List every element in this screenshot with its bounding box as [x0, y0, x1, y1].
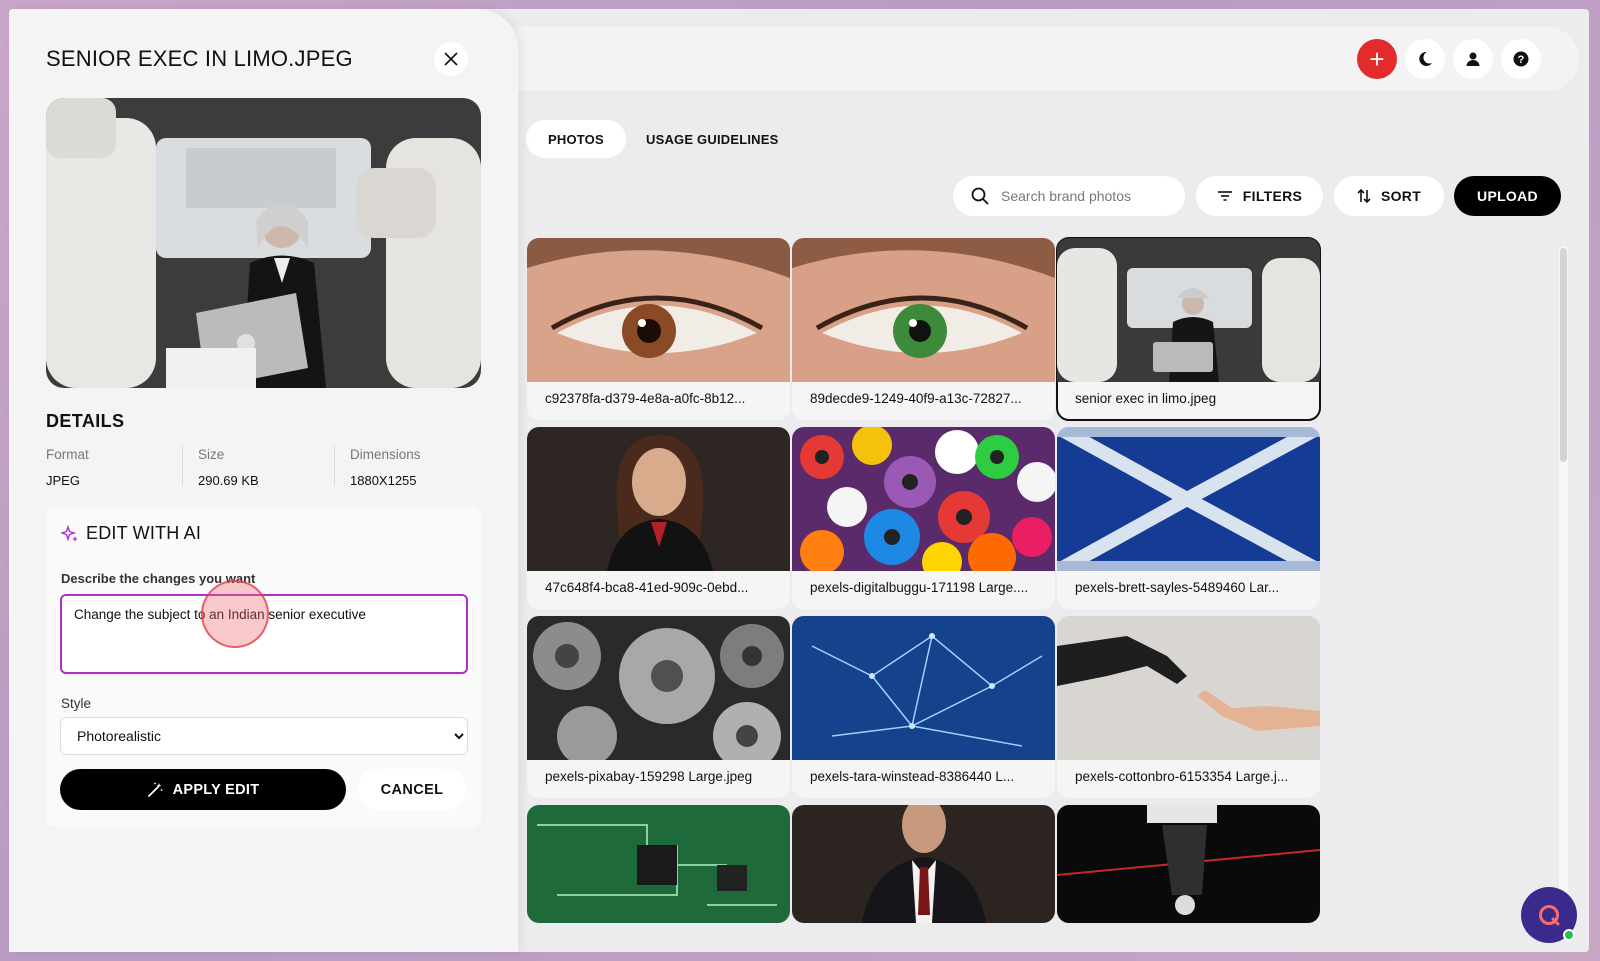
plus-icon: + [1369, 43, 1385, 74]
size-label: Size [198, 447, 225, 462]
size-meta: Size 290.69 KB [198, 447, 259, 488]
apply-edit-button[interactable]: APPLY EDIT [60, 769, 346, 810]
divider [334, 446, 335, 486]
dimensions-value: 1880X1255 [350, 473, 417, 488]
photo-name: pexels-cottonbro-6153354 Large.j... [1075, 769, 1289, 784]
photo-card[interactable]: pexels-brett-sayles-5489460 Lar... [1057, 427, 1320, 609]
style-label: Style [61, 696, 92, 711]
filter-icon [1217, 191, 1232, 201]
close-panel-button[interactable] [434, 42, 468, 76]
edit-with-ai-section: EDIT WITH AI Describe the changes you wa… [46, 507, 481, 827]
divider [182, 446, 183, 486]
moon-icon [1419, 51, 1432, 66]
sort-icon [1357, 188, 1371, 204]
photo-thumbnail-colored-gears [792, 427, 1055, 571]
photo-name: senior exec in limo.jpeg [1075, 391, 1217, 406]
theme-toggle-button[interactable] [1405, 39, 1445, 79]
photo-thumbnail-robot-hand [1057, 616, 1320, 760]
add-button[interactable]: + [1357, 39, 1397, 79]
dimensions-label: Dimensions [350, 447, 421, 462]
cancel-label: CANCEL [380, 781, 444, 798]
photo-thumbnail-limo [1057, 238, 1320, 382]
preview-image-limo [46, 98, 481, 388]
upload-button[interactable]: UPLOAD [1454, 176, 1561, 216]
photo-card[interactable]: c92378fa-d379-4e8a-a0fc-8b12... [527, 238, 790, 420]
click-indicator [201, 580, 269, 648]
photo-thumbnail-metal-gears [527, 616, 790, 760]
photo-card[interactable]: senior exec in limo.jpeg [1056, 237, 1321, 421]
photo-thumbnail-network [792, 616, 1055, 760]
photo-thumbnail-athlete [1057, 805, 1320, 923]
top-bar: + ? [449, 27, 1579, 91]
filters-button[interactable]: FILTERS [1196, 176, 1323, 216]
upload-label: UPLOAD [1477, 188, 1538, 204]
chat-icon [1539, 905, 1560, 926]
panel-title: SENIOR EXEC IN LIMO.JPEG [46, 46, 353, 71]
question-icon: ? [1513, 51, 1529, 67]
photo-thumbnail-brown-eye [527, 238, 790, 382]
tab-usage-guidelines-label: USAGE GUIDELINES [646, 131, 779, 147]
tab-photos-label: PHOTOS [548, 131, 604, 147]
format-label: Format [46, 447, 89, 462]
photo-thumbnail-green-eye [792, 238, 1055, 382]
photo-card[interactable] [1057, 805, 1320, 923]
photo-name: 47c648f4-bca8-41ed-909c-0ebd... [545, 580, 749, 595]
search-box[interactable] [953, 176, 1185, 216]
photo-name: 89decde9-1249-40f9-a13c-72827... [810, 391, 1022, 406]
photo-card[interactable]: 89decde9-1249-40f9-a13c-72827... [792, 238, 1055, 420]
photo-card[interactable]: pexels-cottonbro-6153354 Large.j... [1057, 616, 1320, 798]
photo-name: pexels-brett-sayles-5489460 Lar... [1075, 580, 1280, 595]
close-icon [444, 52, 458, 66]
dimensions-meta: Dimensions 1880X1255 [350, 447, 421, 488]
photo-card[interactable]: pexels-pixabay-159298 Large.jpeg [527, 616, 790, 798]
svg-text:?: ? [1518, 54, 1525, 66]
photo-name: c92378fa-d379-4e8a-a0fc-8b12... [545, 391, 746, 406]
online-status-dot [1563, 929, 1575, 941]
account-button[interactable] [1453, 39, 1493, 79]
tab-photos[interactable]: PHOTOS [526, 120, 626, 158]
sort-button[interactable]: SORT [1334, 176, 1444, 216]
photo-thumbnail-blue-grille [1057, 427, 1320, 571]
photo-card[interactable]: pexels-digitalbuggu-171198 Large.... [792, 427, 1055, 609]
tab-usage-guidelines[interactable]: USAGE GUIDELINES [624, 120, 801, 158]
sort-label: SORT [1380, 188, 1422, 204]
sparkles-icon [61, 525, 78, 542]
scrollbar-thumb[interactable] [1560, 248, 1567, 462]
photo-name: pexels-tara-winstead-8386440 L... [810, 769, 1015, 784]
photo-card[interactable]: pexels-tara-winstead-8386440 L... [792, 616, 1055, 798]
cancel-button[interactable]: CANCEL [358, 769, 466, 810]
photo-card[interactable]: 47c648f4-bca8-41ed-909c-0ebd... [527, 427, 790, 609]
photo-card[interactable] [792, 805, 1055, 923]
photo-name: pexels-pixabay-159298 Large.jpeg [545, 769, 753, 784]
photo-thumbnail-businessman [792, 805, 1055, 923]
user-icon [1466, 52, 1480, 66]
photo-thumbnail-businesswoman [527, 427, 790, 571]
edit-with-ai-heading: EDIT WITH AI [86, 523, 202, 543]
chat-launcher-button[interactable] [1521, 887, 1577, 943]
filters-label: FILTERS [1242, 188, 1303, 204]
photo-preview [46, 98, 481, 388]
help-button[interactable]: ? [1501, 39, 1541, 79]
photo-thumbnail-circuit-board [527, 805, 790, 923]
style-select[interactable]: Photorealistic [60, 717, 468, 755]
photo-card[interactable] [527, 805, 790, 923]
apply-edit-label: APPLY EDIT [172, 781, 260, 798]
grid-scrollbar[interactable] [1559, 246, 1568, 936]
photo-detail-panel: SENIOR EXEC IN LIMO.JPEG DETAILS Format … [9, 9, 518, 952]
format-value: JPEG [46, 473, 80, 488]
magic-wand-icon [147, 782, 162, 797]
details-heading: DETAILS [46, 411, 125, 431]
search-icon [971, 187, 989, 205]
photo-name: pexels-digitalbuggu-171198 Large.... [810, 580, 1029, 595]
search-input[interactable] [1001, 188, 1141, 204]
size-value: 290.69 KB [198, 473, 259, 488]
format-meta: Format JPEG [46, 447, 89, 488]
